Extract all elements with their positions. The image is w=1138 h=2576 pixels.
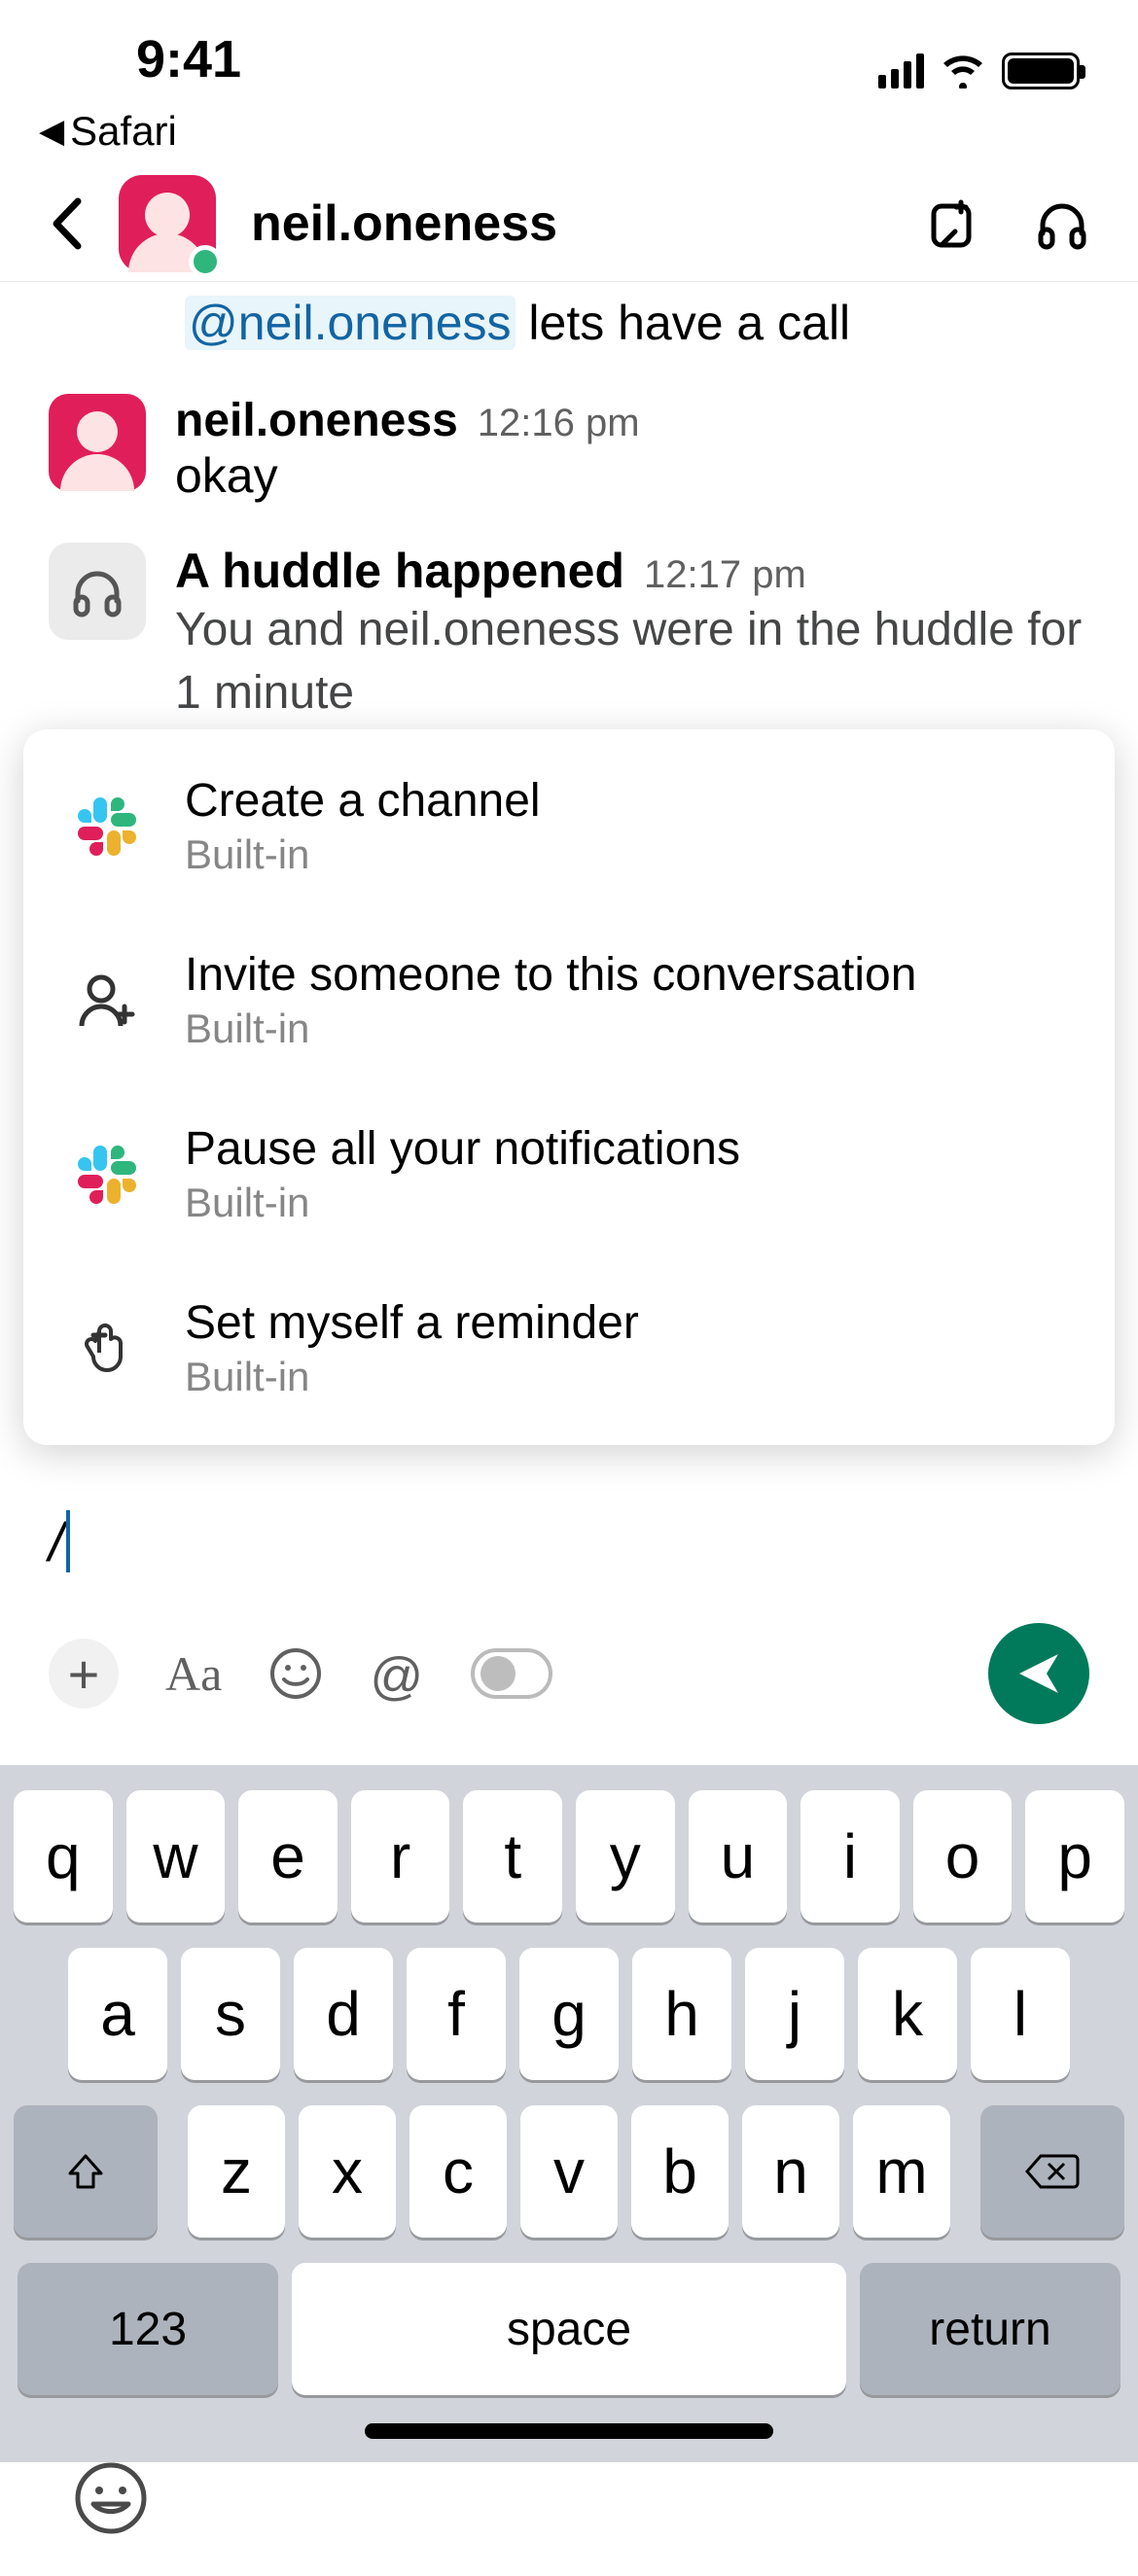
key-i[interactable]: i <box>800 1790 900 1923</box>
message-text: @neil.oneness lets have a call <box>49 292 1089 355</box>
back-app-label: Safari <box>70 108 177 155</box>
command-subtitle: Built-in <box>185 1354 639 1400</box>
command-subtitle: Built-in <box>185 1180 740 1226</box>
message: neil.oneness 12:16 pm okay <box>49 394 1089 504</box>
home-indicator[interactable] <box>365 2423 773 2439</box>
huddle-description: You and neil.oneness were in the huddle … <box>175 599 1089 725</box>
keyboard: qwertyuiop asdfghjkl zxcvbnm 123 space r… <box>0 1765 1138 2462</box>
shift-key[interactable] <box>14 2105 158 2238</box>
key-b[interactable]: b <box>631 2105 729 2238</box>
command-title: Invite someone to this conversation <box>185 948 916 1002</box>
audio-record-button[interactable] <box>471 1648 552 1699</box>
send-button[interactable] <box>988 1623 1089 1724</box>
send-icon <box>1015 1650 1062 1697</box>
key-t[interactable]: t <box>463 1790 562 1923</box>
huddle-time: 12:17 pm <box>644 553 806 597</box>
command-create-channel[interactable]: Create a channel Built-in <box>23 739 1115 913</box>
keyboard-row-1: qwertyuiop <box>14 1790 1124 1923</box>
cellular-signal-icon <box>878 53 924 88</box>
key-p[interactable]: p <box>1025 1790 1124 1923</box>
back-to-app-button[interactable]: ◀ Safari <box>0 97 1138 165</box>
conversation-avatar[interactable] <box>119 175 216 272</box>
key-z[interactable]: z <box>188 2105 285 2238</box>
new-canvas-icon[interactable] <box>924 196 978 251</box>
huddle-headphones-icon[interactable] <box>1035 196 1089 251</box>
input-toolbar: + Aa @ <box>49 1623 1089 1724</box>
key-l[interactable]: l <box>971 1948 1070 2080</box>
text-cursor <box>66 1510 70 1572</box>
command-title: Create a channel <box>185 774 541 828</box>
key-d[interactable]: d <box>294 1948 393 2080</box>
person-add-icon <box>78 971 136 1030</box>
headphones-icon <box>70 564 124 618</box>
status-icons <box>878 53 1080 89</box>
huddle-icon-box <box>49 543 146 640</box>
command-title: Set myself a reminder <box>185 1296 639 1350</box>
command-set-reminder[interactable]: Set myself a reminder Built-in <box>23 1261 1115 1435</box>
backspace-key[interactable] <box>980 2105 1124 2238</box>
key-q[interactable]: q <box>14 1790 113 1923</box>
slack-logo-icon <box>78 1146 136 1204</box>
key-s[interactable]: s <box>181 1948 280 2080</box>
presence-active-icon <box>189 245 222 278</box>
slash-command-popup: Create a channel Built-in Invite someone… <box>23 729 1115 1445</box>
wifi-icon <box>942 53 984 88</box>
status-time: 9:41 <box>58 29 241 89</box>
chat-messages: @neil.oneness lets have a call neil.onen… <box>0 282 1138 725</box>
huddle-title: A huddle happened <box>175 543 624 599</box>
message-input[interactable]: / <box>49 1502 1089 1580</box>
command-invite[interactable]: Invite someone to this conversation Buil… <box>23 913 1115 1087</box>
conversation-title[interactable]: neil.oneness <box>251 194 889 253</box>
keyboard-row-3: zxcvbnm <box>14 2105 1124 2238</box>
key-y[interactable]: y <box>576 1790 675 1923</box>
slack-logo-icon <box>78 797 136 856</box>
key-c[interactable]: c <box>409 2105 507 2238</box>
user-mention[interactable]: @neil.oneness <box>185 296 516 350</box>
message-avatar[interactable] <box>49 394 146 491</box>
key-e[interactable]: e <box>238 1790 338 1923</box>
key-h[interactable]: h <box>632 1948 731 2080</box>
command-title: Pause all your notifications <box>185 1122 740 1176</box>
finger-reminder-icon <box>80 1322 134 1376</box>
mention-button[interactable]: @ <box>370 1646 424 1701</box>
keyboard-row-2: asdfghjkl <box>14 1948 1124 2080</box>
keyboard-row-4: 123 space return <box>14 2263 1124 2395</box>
key-r[interactable]: r <box>351 1790 450 1923</box>
return-key[interactable]: return <box>860 2263 1120 2395</box>
emoji-button[interactable] <box>268 1646 323 1701</box>
attach-button[interactable]: + <box>49 1639 119 1709</box>
emoji-keyboard-button[interactable] <box>72 2459 150 2537</box>
key-j[interactable]: j <box>745 1948 844 2080</box>
key-o[interactable]: o <box>913 1790 1013 1923</box>
conversation-header: neil.oneness <box>0 165 1138 282</box>
key-m[interactable]: m <box>853 2105 950 2238</box>
huddle-event: A huddle happened 12:17 pm You and neil.… <box>49 543 1089 725</box>
key-a[interactable]: a <box>68 1948 167 2080</box>
command-subtitle: Built-in <box>185 831 541 878</box>
key-x[interactable]: x <box>299 2105 396 2238</box>
command-pause-notifications[interactable]: Pause all your notifications Built-in <box>23 1087 1115 1261</box>
message-time: 12:16 pm <box>478 402 640 445</box>
key-u[interactable]: u <box>689 1790 788 1923</box>
back-arrow-icon: ◀ <box>39 112 64 151</box>
key-w[interactable]: w <box>126 1790 226 1923</box>
message-sender: neil.oneness <box>175 394 458 447</box>
back-button[interactable] <box>49 197 84 250</box>
message-text: okay <box>175 447 1089 504</box>
key-k[interactable]: k <box>858 1948 957 2080</box>
message-input-area: / + Aa @ <box>0 1502 1138 1724</box>
key-g[interactable]: g <box>519 1948 619 2080</box>
command-subtitle: Built-in <box>185 1006 916 1052</box>
key-f[interactable]: f <box>407 1948 506 2080</box>
battery-icon <box>1002 53 1080 89</box>
key-n[interactable]: n <box>742 2105 839 2238</box>
key-v[interactable]: v <box>520 2105 618 2238</box>
status-bar: 9:41 <box>0 0 1138 97</box>
space-key[interactable]: space <box>292 2263 846 2395</box>
format-button[interactable]: Aa <box>165 1645 222 1702</box>
numeric-key[interactable]: 123 <box>18 2263 278 2395</box>
